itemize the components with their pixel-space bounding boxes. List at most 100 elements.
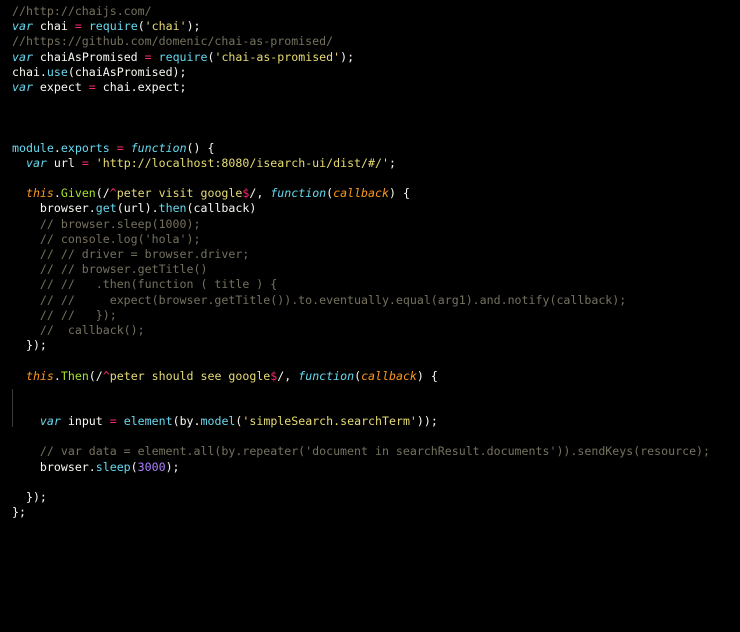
code-token: use (46, 64, 68, 79)
code-line[interactable]: }); (12, 490, 710, 505)
code-token: }; (12, 505, 26, 520)
code-token: = (109, 414, 117, 429)
code-token: = (88, 79, 96, 94)
code-token: var (12, 79, 33, 94)
code-line[interactable] (12, 384, 710, 399)
code-token: peter should see google (109, 368, 271, 383)
code-line[interactable]: this.Given(/^peter visit google$/, funct… (12, 186, 710, 201)
code-line[interactable]: chai.use(chaiAsPromised); (12, 65, 710, 80)
code-token: peter visit google (116, 186, 243, 201)
code-line[interactable]: var url = 'http://localhost:8080/isearch… (12, 156, 710, 171)
code-line[interactable] (12, 171, 710, 186)
code-token: ); (340, 49, 355, 64)
code-line[interactable]: // // browser.getTitle() (12, 262, 710, 277)
code-line[interactable]: // console.log('hola'); (12, 232, 710, 247)
code-line[interactable]: var expect = chai.expect; (12, 80, 710, 95)
code-token: (/ (88, 368, 103, 383)
code-line[interactable]: var chai = require('chai'); (12, 19, 710, 34)
code-token: = (116, 140, 124, 155)
code-line[interactable]: // // .then(function ( title ) { (12, 277, 710, 292)
code-line[interactable]: var chaiAsPromised = require('chai-as-pr… (12, 50, 710, 65)
code-line[interactable]: // // expect(browser.getTitle()).to.even… (12, 293, 710, 308)
code-line[interactable]: //https://github.com/domenic/chai-as-pro… (12, 34, 710, 49)
code-token: 'chai-as-promised' (214, 49, 341, 64)
code-line[interactable] (12, 353, 710, 368)
code-token: 'simpleSearch.searchTerm' (242, 414, 417, 429)
code-token: ) { (388, 186, 410, 201)
code-line[interactable]: module.exports = function() { (12, 141, 710, 156)
code-token: // // driver = browser.driver; (12, 247, 250, 261)
code-token: callback (361, 368, 417, 383)
code-token: sleep (95, 459, 131, 474)
code-line[interactable]: browser.get(url).then(callback) (12, 201, 710, 216)
code-token: /, (249, 186, 271, 201)
code-token: ( (130, 459, 138, 474)
code-token: browser. (12, 459, 96, 474)
code-token: chai. (12, 64, 47, 79)
code-line[interactable] (12, 429, 710, 444)
code-token: (callback) (186, 201, 257, 216)
code-line[interactable] (12, 126, 710, 141)
code-token: /, (277, 368, 299, 383)
code-token: browser. (12, 201, 96, 216)
code-token: Then (60, 368, 89, 383)
code-token: . (53, 140, 61, 155)
code-line[interactable] (12, 475, 710, 490)
code-line[interactable]: // callback(); (12, 323, 710, 338)
code-line[interactable]: browser.sleep(3000); (12, 460, 710, 475)
code-token: 'http://localhost:8080/isearch-ui/dist/#… (95, 155, 389, 170)
code-token: Given (60, 186, 96, 201)
code-line[interactable]: // browser.sleep(1000); (12, 217, 710, 232)
code-line[interactable]: // // }); (12, 308, 710, 323)
code-token: require (158, 49, 208, 64)
code-token: var (12, 49, 33, 64)
code-token: this (25, 368, 54, 383)
code-line[interactable]: var input = element(by.model('simpleSear… (12, 414, 710, 429)
code-token: var (39, 414, 61, 429)
code-token: function (298, 368, 355, 383)
code-token: (url). (116, 201, 159, 216)
code-token: )); (416, 414, 438, 429)
code-line[interactable] (12, 95, 710, 110)
code-token: // // .then(function ( title ) { (12, 277, 278, 292)
code-token: chaiAsPromised (32, 49, 145, 64)
code-token: (chaiAsPromised); (67, 64, 187, 79)
code-token: // var data = element.all(by.repeater('d… (12, 444, 711, 459)
code-token: ^ (102, 368, 110, 383)
code-token: . (53, 186, 61, 201)
code-token: }); (12, 490, 47, 504)
code-token: () { (186, 140, 215, 155)
code-token: element (123, 414, 173, 429)
code-token: . (53, 368, 61, 383)
code-token: expect (32, 79, 89, 94)
code-line[interactable]: // var data = element.all(by.repeater('d… (12, 444, 710, 459)
code-token: (by. (172, 414, 201, 429)
code-area[interactable]: //http://chaijs.com/var chai = require('… (12, 4, 710, 520)
code-line[interactable] (12, 110, 710, 125)
code-token: get (95, 201, 117, 216)
code-token: input (60, 414, 110, 429)
code-line[interactable]: //http://chaijs.com/ (12, 4, 710, 19)
code-token: ); (165, 459, 180, 474)
code-token: exports (60, 140, 110, 155)
code-token: ^ (109, 186, 117, 201)
code-line[interactable]: // // driver = browser.driver; (12, 247, 710, 262)
code-token: var (25, 155, 47, 170)
code-token: var (12, 19, 33, 34)
code-token: // console.log('hola'); (12, 231, 201, 246)
code-line[interactable]: }; (12, 505, 710, 520)
code-editor[interactable]: //http://chaijs.com/var chai = require('… (0, 0, 740, 632)
code-token: model (200, 414, 236, 429)
code-line[interactable]: this.Then(/^peter should see google$/, f… (12, 369, 710, 384)
code-line[interactable]: }); (12, 338, 710, 353)
code-line[interactable] (12, 399, 710, 414)
code-token: // // expect(browser.getTitle()).to.even… (12, 292, 627, 307)
code-token: url (46, 155, 82, 170)
